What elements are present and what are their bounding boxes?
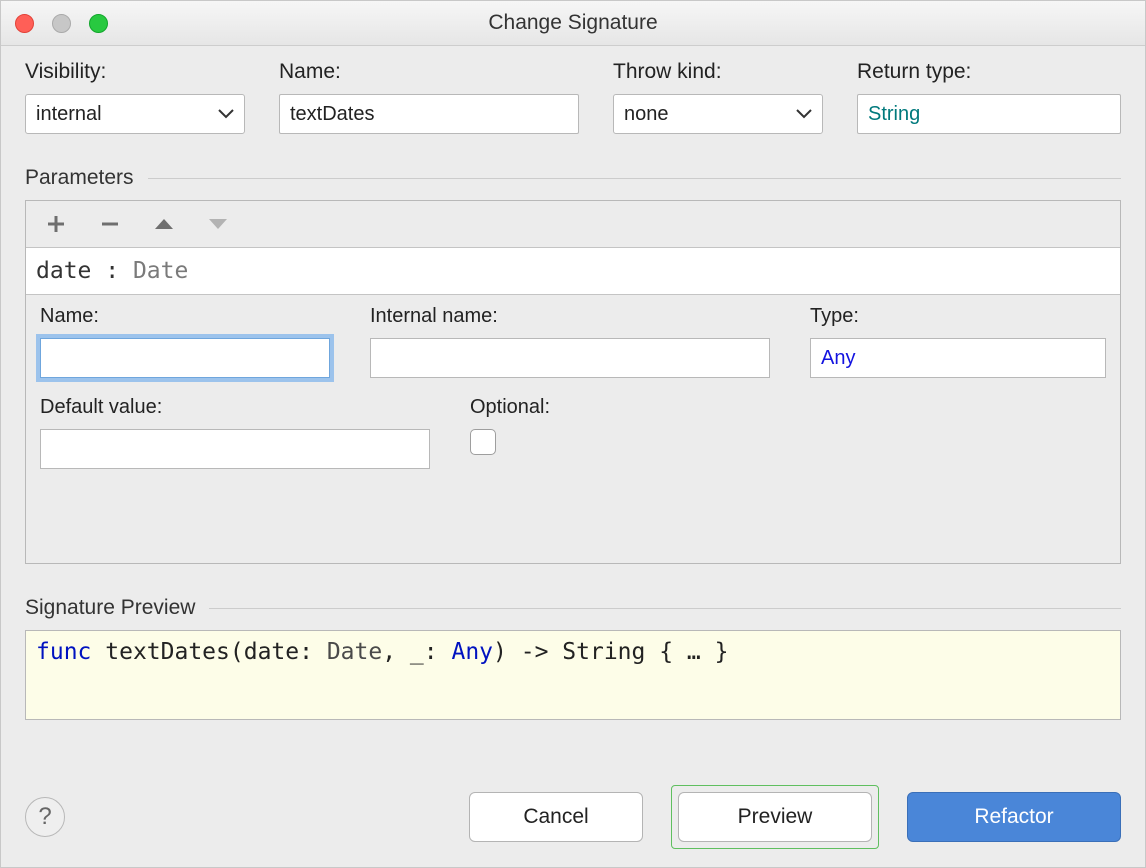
- param-internal-name-field: Internal name:: [370, 305, 770, 378]
- return-type-input[interactable]: String: [857, 94, 1121, 134]
- sig-function-name: textDates: [105, 639, 230, 665]
- help-button[interactable]: ?: [25, 797, 65, 837]
- parameters-empty-area: [26, 487, 1120, 563]
- return-type-label: Return type:: [857, 60, 1121, 84]
- sig-func-keyword: func: [36, 639, 91, 665]
- visibility-label: Visibility:: [25, 60, 245, 84]
- chevron-down-icon: [796, 109, 812, 119]
- preview-label: Preview: [738, 805, 813, 829]
- return-type-value: String: [868, 103, 920, 126]
- parameters-toolbar: [26, 201, 1120, 248]
- sig-p2-type: Any: [451, 639, 493, 665]
- sig-p1-name: date: [244, 639, 299, 665]
- change-signature-dialog: Change Signature Visibility: internal Na…: [0, 0, 1146, 868]
- name-value: textDates: [290, 103, 374, 126]
- throw-kind-value: none: [624, 103, 669, 126]
- param-name-input[interactable]: [40, 338, 330, 378]
- cancel-label: Cancel: [523, 805, 588, 829]
- param-default-value-field: Default value:: [40, 396, 430, 469]
- name-input[interactable]: textDates: [279, 94, 579, 134]
- refactor-button[interactable]: Refactor: [907, 792, 1121, 842]
- param-default-value-input[interactable]: [40, 429, 430, 469]
- visibility-select[interactable]: internal: [25, 94, 245, 134]
- param-type: Date: [133, 258, 188, 284]
- sig-body: { … }: [659, 639, 728, 665]
- move-parameter-down-button[interactable]: [206, 212, 230, 236]
- parameter-list-row[interactable]: date : Date: [26, 248, 1120, 295]
- move-parameter-up-button[interactable]: [152, 212, 176, 236]
- sig-return-type: String: [562, 639, 645, 665]
- param-optional-label: Optional:: [470, 396, 550, 419]
- maximize-window-button[interactable]: [89, 14, 108, 33]
- visibility-field: Visibility: internal: [25, 60, 245, 134]
- add-parameter-button[interactable]: [44, 212, 68, 236]
- cancel-button[interactable]: Cancel: [469, 792, 643, 842]
- name-field: Name: textDates: [279, 60, 579, 134]
- param-type-field: Type: Any: [810, 305, 1106, 378]
- param-optional-checkbox[interactable]: [470, 429, 496, 455]
- param-type-input[interactable]: Any: [810, 338, 1106, 378]
- param-internal-name-input[interactable]: [370, 338, 770, 378]
- sig-p1-type: Date: [327, 639, 382, 665]
- default-button-ring: Preview: [671, 785, 879, 849]
- window-title: Change Signature: [1, 11, 1145, 35]
- param-optional-field: Optional:: [470, 396, 550, 469]
- chevron-down-icon: [218, 109, 234, 119]
- visibility-value: internal: [36, 103, 102, 126]
- divider: [209, 608, 1121, 609]
- help-icon: ?: [38, 803, 51, 831]
- signature-preview-label: Signature Preview: [25, 596, 195, 620]
- minimize-window-button[interactable]: [52, 14, 71, 33]
- signature-preview-box: func textDates(date: Date, _: Any) -> St…: [25, 630, 1121, 720]
- param-internal-name-label: Internal name:: [370, 305, 770, 328]
- name-label: Name:: [279, 60, 579, 84]
- divider: [148, 178, 1121, 179]
- signature-preview-header: Signature Preview: [25, 596, 1121, 620]
- throw-kind-field: Throw kind: none: [613, 60, 823, 134]
- close-window-button[interactable]: [15, 14, 34, 33]
- return-type-field: Return type: String: [857, 60, 1121, 134]
- throw-kind-label: Throw kind:: [613, 60, 823, 84]
- parameters-label: Parameters: [25, 166, 134, 190]
- dialog-button-row: ? Cancel Preview Refactor: [25, 785, 1121, 849]
- param-name-field: Name:: [40, 305, 330, 378]
- preview-button[interactable]: Preview: [678, 792, 872, 842]
- parameters-section-header: Parameters: [25, 166, 1121, 190]
- window-controls: [15, 14, 108, 33]
- titlebar: Change Signature: [1, 1, 1145, 46]
- sig-p2-name: _: [410, 639, 424, 665]
- throw-kind-select[interactable]: none: [613, 94, 823, 134]
- param-name-label: Name:: [40, 305, 330, 328]
- parameters-panel: date : Date Name: Internal name:: [25, 200, 1121, 564]
- parameter-details: Name: Internal name: Type:: [26, 295, 1120, 487]
- signature-fields-row: Visibility: internal Name: textDates Thr…: [25, 60, 1121, 134]
- param-type-value: Any: [821, 347, 855, 370]
- remove-parameter-button[interactable]: [98, 212, 122, 236]
- param-type-label: Type:: [810, 305, 1106, 328]
- param-name: date: [36, 258, 91, 284]
- param-default-value-label: Default value:: [40, 396, 430, 419]
- refactor-label: Refactor: [974, 805, 1053, 829]
